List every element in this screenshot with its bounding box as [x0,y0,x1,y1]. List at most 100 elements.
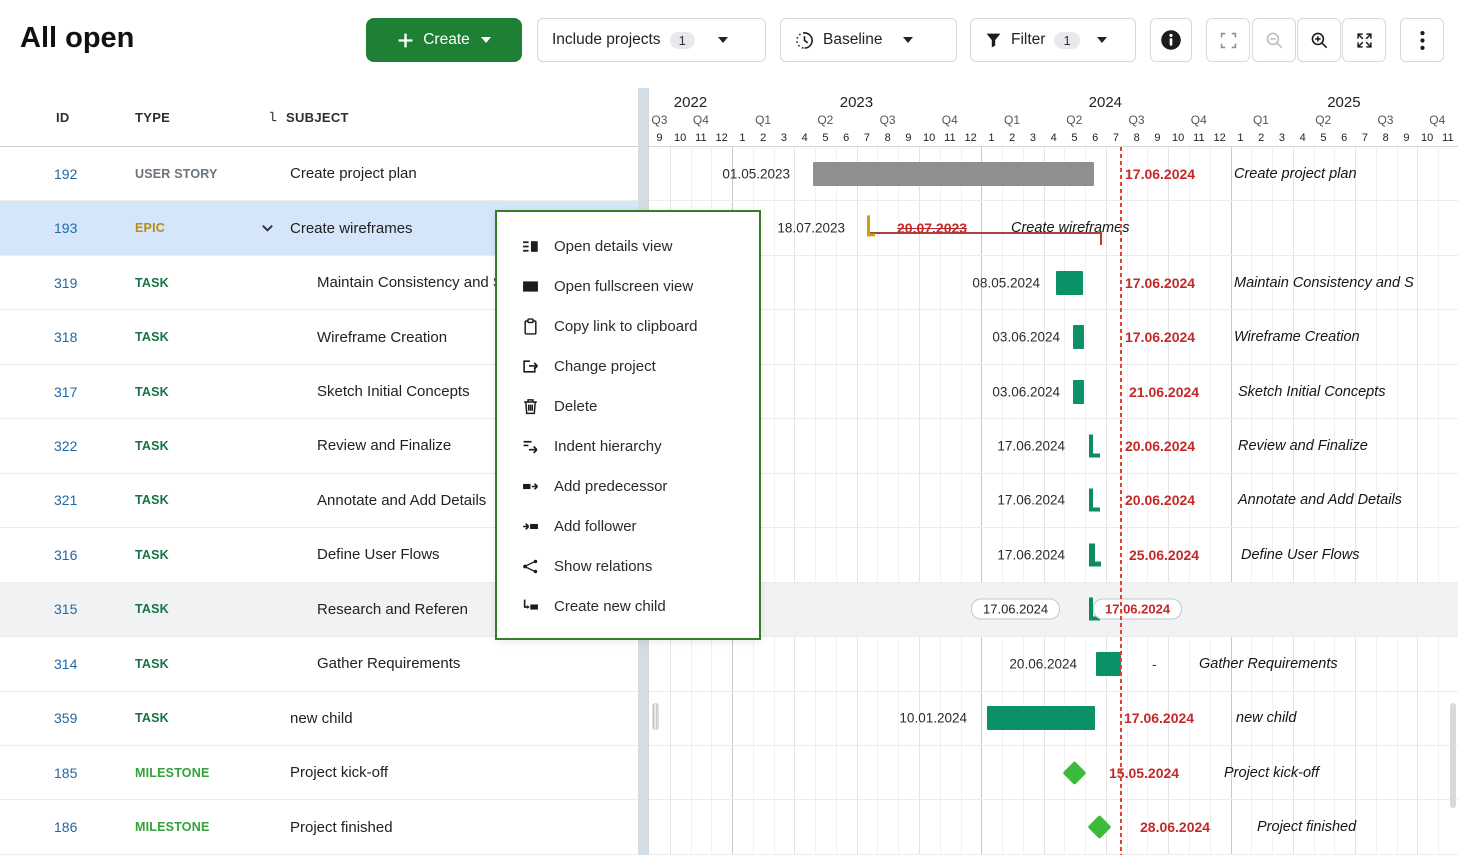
timeline-quarter-label: Q4 [1417,113,1458,127]
context-menu-item-fullscreen[interactable]: Open fullscreen view [497,266,759,306]
baseline-button[interactable]: Baseline [780,18,957,62]
context-menu-item-details[interactable]: Open details view [497,226,759,266]
work-package-id-link[interactable]: 193 [0,220,135,236]
gantt-row-186: 28.06.2024Project finished [649,800,1458,854]
timeline-month-label: 7 [857,132,878,144]
gantt-clamp-bar[interactable] [1089,489,1103,512]
work-package-id-link[interactable]: 317 [0,384,135,400]
work-package-id-link[interactable]: 314 [0,656,135,672]
gantt-row-359: 10.01.202417.06.2024new child [649,692,1458,746]
work-package-id-link[interactable]: 186 [0,819,135,835]
gantt-milestone-diamond[interactable] [1062,761,1086,785]
column-header-type[interactable]: TYPE [135,110,255,125]
table-row-192[interactable]: 192USER STORYCreate project plan [0,147,638,201]
column-header-subject[interactable]: SUBJECT [255,110,638,125]
timeline-drag-handle[interactable] [652,703,659,730]
toolbar: All open Create Include projects 1 Basel… [0,0,1458,88]
gantt-subject-label: new child [1236,710,1296,726]
table-row-185[interactable]: 185MILESTONEProject kick-off [0,746,638,800]
timeline-month-label: 6 [1334,132,1355,144]
gantt-epic-baseline-bracket [867,216,870,237]
create-button-label: Create [423,31,470,49]
timeline-quarter-label: Q3 [1354,113,1416,127]
context-menu-item-label: Indent hierarchy [554,438,662,455]
work-package-subject: Define User Flows [255,546,440,563]
work-package-subject-cell: Create project plan [255,147,638,200]
gantt-clamp-bar[interactable] [1089,543,1103,566]
zoom-in-button[interactable] [1297,18,1341,62]
work-package-id-link[interactable]: 318 [0,329,135,345]
context-menu-item-changeproject[interactable]: Change project [497,346,759,386]
today-line [1120,147,1122,855]
context-menu-item-label: Delete [554,398,597,415]
gantt-bar[interactable] [813,162,1094,186]
context-menu-item-follower[interactable]: Add follower [497,506,759,546]
kebab-menu-icon [1419,30,1426,51]
work-package-type: EPIC [135,221,255,235]
timeline-month-label: 4 [1292,132,1313,144]
context-menu-item-indent[interactable]: Indent hierarchy [497,426,759,466]
timeline-quarter-label: Q3 [649,113,670,127]
indent-icon [521,438,539,455]
gantt-start-date-label: 01.05.2023 [722,166,790,181]
gantt-subject-label: Wireframe Creation [1234,329,1360,345]
timeline-month-label: 1 [1230,132,1251,144]
work-package-type: TASK [135,385,255,399]
timeline-year-label: 2025 [1230,94,1458,111]
timeline-month-label: 10 [670,132,691,144]
work-package-id-link[interactable]: 185 [0,765,135,781]
filter-count-badge: 1 [1054,32,1079,49]
gantt-clamp-bar[interactable] [1089,434,1103,457]
table-row-359[interactable]: 359TASKnew child [0,692,638,746]
timeline-month-label: 10 [1168,132,1189,144]
context-menu-item-newchild[interactable]: Create new child [497,586,759,626]
work-package-id-link[interactable]: 359 [0,710,135,726]
collapse-chevron-icon[interactable] [260,221,275,236]
fullscreen-expand-button[interactable] [1342,18,1386,62]
gantt-subject-label: Sketch Initial Concepts [1238,384,1386,400]
gantt-start-date-label: 18.07.2023 [777,221,845,236]
timeline-quarter-label: Q2 [794,113,856,127]
gantt-bar[interactable] [1056,271,1083,295]
table-row-314[interactable]: 314TASKGather Requirements [0,637,638,691]
baseline-clock-icon [795,31,814,50]
context-menu-item-delete[interactable]: Delete [497,386,759,426]
work-package-id-link[interactable]: 316 [0,547,135,563]
gantt-end-date-label[interactable]: 17.06.2024 [1093,599,1182,620]
work-package-subject: Sketch Initial Concepts [255,383,470,400]
context-menu-item-predecessor[interactable]: Add predecessor [497,466,759,506]
filter-button[interactable]: Filter 1 [970,18,1136,62]
gantt-milestone-diamond[interactable] [1087,815,1111,839]
more-options-button[interactable] [1400,18,1444,62]
context-menu-item-clipboard[interactable]: Copy link to clipboard [497,306,759,346]
context-menu-item-relations[interactable]: Show relations [497,546,759,586]
context-menu-item-label: Open details view [554,238,672,255]
work-package-type: TASK [135,439,255,453]
gantt-bar[interactable] [987,706,1095,730]
gantt-bar[interactable] [1096,652,1121,676]
gantt-row-318: 03.06.202417.06.2024Wireframe Creation [649,310,1458,364]
zoom-out-button[interactable] [1252,18,1296,62]
work-package-id-link[interactable]: 319 [0,275,135,291]
work-package-id-link[interactable]: 322 [0,438,135,454]
work-package-id-link[interactable]: 321 [0,492,135,508]
timeline-quarter-label: Q4 [1168,113,1230,127]
gantt-bar[interactable] [1073,325,1084,349]
table-row-186[interactable]: 186MILESTONEProject finished [0,800,638,854]
timeline-month-label: 5 [815,132,836,144]
gantt-bar[interactable] [1073,380,1084,404]
info-button[interactable] [1150,18,1192,62]
vertical-scrollbar-thumb[interactable] [1450,703,1456,808]
work-package-type: TASK [135,493,255,507]
include-projects-button[interactable]: Include projects 1 [537,18,766,62]
gantt-subject-label: Project kick-off [1224,765,1319,781]
create-button[interactable]: Create [366,18,522,62]
work-package-id-link[interactable]: 192 [0,166,135,182]
zoom-to-fit-button[interactable] [1206,18,1250,62]
gantt-subject-label: Define User Flows [1241,547,1359,563]
column-header-id[interactable]: ID [0,110,135,125]
work-package-id-link[interactable]: 315 [0,601,135,617]
gantt-end-date-label: 17.06.2024 [1125,166,1195,182]
gantt-end-date-label: - [1152,656,1157,672]
gantt-start-date-label[interactable]: 17.06.2024 [971,599,1060,620]
